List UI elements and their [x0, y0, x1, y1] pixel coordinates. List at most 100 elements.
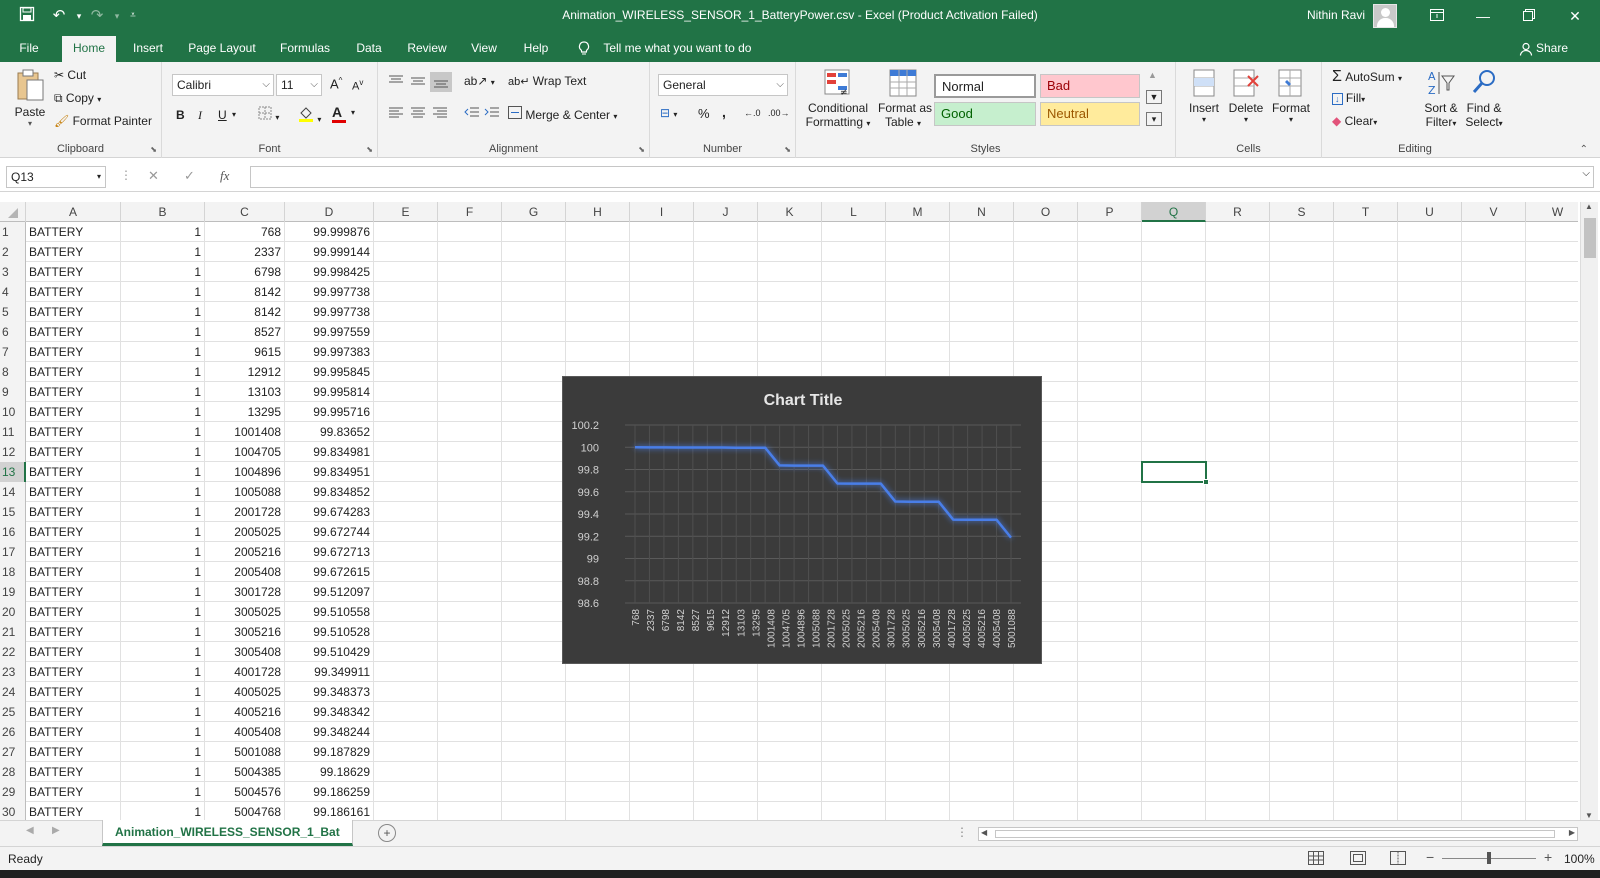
cell-e18[interactable]	[374, 562, 438, 582]
cell-l7[interactable]	[822, 342, 886, 362]
cell-o25[interactable]	[1014, 702, 1078, 722]
cell-p25[interactable]	[1078, 702, 1142, 722]
sheet-tab[interactable]: Animation_WIRELESS_SENSOR_1_Bat	[102, 820, 353, 846]
cell-a2[interactable]: BATTERY	[26, 242, 121, 262]
cell-c5[interactable]: 8142	[205, 302, 285, 322]
cell-o1[interactable]	[1014, 222, 1078, 242]
cell-f11[interactable]	[438, 422, 502, 442]
cell-g23[interactable]	[502, 662, 566, 682]
cell-p2[interactable]	[1078, 242, 1142, 262]
cell-v12[interactable]	[1462, 442, 1526, 462]
prev-sheet-icon[interactable]: ◀	[26, 825, 34, 836]
cell-h30[interactable]	[566, 802, 630, 820]
styles-scroll-up-icon[interactable]: ▲	[1148, 70, 1157, 80]
cell-w5[interactable]	[1526, 302, 1578, 322]
underline-button[interactable]: U	[218, 108, 227, 122]
customize-quick-access-icon[interactable]: ⩡	[122, 6, 144, 26]
name-box[interactable]: Q13 ▾	[6, 166, 106, 188]
cell-e30[interactable]	[374, 802, 438, 820]
cell-u21[interactable]	[1398, 622, 1462, 642]
cell-a13[interactable]: BATTERY	[26, 462, 121, 482]
cell-h27[interactable]	[566, 742, 630, 762]
cell-g29[interactable]	[502, 782, 566, 802]
cell-a26[interactable]: BATTERY	[26, 722, 121, 742]
cell-g5[interactable]	[502, 302, 566, 322]
cell-q17[interactable]	[1142, 542, 1206, 562]
cell-g25[interactable]	[502, 702, 566, 722]
cell-b29[interactable]: 1	[121, 782, 205, 802]
cell-s20[interactable]	[1270, 602, 1334, 622]
cell-k26[interactable]	[758, 722, 822, 742]
style-neutral[interactable]: Neutral	[1040, 102, 1140, 126]
cell-n3[interactable]	[950, 262, 1014, 282]
cell-t14[interactable]	[1334, 482, 1398, 502]
cell-u13[interactable]	[1398, 462, 1462, 482]
insert-function-icon[interactable]: fx	[220, 168, 229, 184]
align-left-icon[interactable]	[388, 106, 404, 123]
cell-r19[interactable]	[1206, 582, 1270, 602]
column-header-h[interactable]: H	[566, 202, 630, 222]
cell-e7[interactable]	[374, 342, 438, 362]
cell-v2[interactable]	[1462, 242, 1526, 262]
cell-f7[interactable]	[438, 342, 502, 362]
cell-j28[interactable]	[694, 762, 758, 782]
cell-q11[interactable]	[1142, 422, 1206, 442]
cell-u1[interactable]	[1398, 222, 1462, 242]
cell-i6[interactable]	[630, 322, 694, 342]
cell-w3[interactable]	[1526, 262, 1578, 282]
delete-cells-button[interactable]: Delete ▾	[1226, 68, 1266, 124]
cell-t6[interactable]	[1334, 322, 1398, 342]
cell-e24[interactable]	[374, 682, 438, 702]
cell-s24[interactable]	[1270, 682, 1334, 702]
cell-f12[interactable]	[438, 442, 502, 462]
cell-n2[interactable]	[950, 242, 1014, 262]
cell-g12[interactable]	[502, 442, 566, 462]
cell-v8[interactable]	[1462, 362, 1526, 382]
cell-v4[interactable]	[1462, 282, 1526, 302]
cell-b20[interactable]: 1	[121, 602, 205, 622]
cell-b8[interactable]: 1	[121, 362, 205, 382]
cell-t22[interactable]	[1334, 642, 1398, 662]
row-header[interactable]: 21	[0, 622, 26, 642]
cell-d2[interactable]: 99.999144	[285, 242, 374, 262]
cell-e10[interactable]	[374, 402, 438, 422]
format-cells-button[interactable]: Format ▾	[1268, 68, 1314, 124]
cell-n6[interactable]	[950, 322, 1014, 342]
cell-g20[interactable]	[502, 602, 566, 622]
cell-r22[interactable]	[1206, 642, 1270, 662]
vertical-scrollbar[interactable]: ▲ ▼	[1580, 202, 1598, 820]
align-bottom-icon[interactable]	[430, 72, 452, 92]
cell-k1[interactable]	[758, 222, 822, 242]
cell-b16[interactable]: 1	[121, 522, 205, 542]
select-all-corner[interactable]	[0, 202, 26, 222]
format-as-table-button[interactable]: Format as Table ▾	[878, 68, 932, 129]
column-header-s[interactable]: S	[1270, 202, 1334, 222]
format-painter-button[interactable]: 🖌 Format Painter	[54, 114, 152, 128]
close-icon[interactable]: ✕	[1552, 0, 1598, 32]
cell-q6[interactable]	[1142, 322, 1206, 342]
cell-h2[interactable]	[566, 242, 630, 262]
cell-c9[interactable]: 13103	[205, 382, 285, 402]
align-top-icon[interactable]	[388, 74, 404, 91]
cell-t2[interactable]	[1334, 242, 1398, 262]
column-header-t[interactable]: T	[1334, 202, 1398, 222]
cell-e21[interactable]	[374, 622, 438, 642]
cell-f8[interactable]	[438, 362, 502, 382]
style-normal[interactable]: Normal	[934, 74, 1036, 98]
cell-h26[interactable]	[566, 722, 630, 742]
cell-n30[interactable]	[950, 802, 1014, 820]
cell-f18[interactable]	[438, 562, 502, 582]
cell-v1[interactable]	[1462, 222, 1526, 242]
cell-q22[interactable]	[1142, 642, 1206, 662]
cell-e17[interactable]	[374, 542, 438, 562]
cell-d8[interactable]: 99.995845	[285, 362, 374, 382]
cell-a23[interactable]: BATTERY	[26, 662, 121, 682]
cell-e6[interactable]	[374, 322, 438, 342]
cell-v23[interactable]	[1462, 662, 1526, 682]
find-select-button[interactable]: Find & Select▾	[1464, 68, 1504, 129]
cell-p16[interactable]	[1078, 522, 1142, 542]
align-middle-icon[interactable]	[410, 74, 426, 91]
cell-i29[interactable]	[630, 782, 694, 802]
font-size-select[interactable]: 11 ⌵	[276, 74, 322, 96]
cell-s23[interactable]	[1270, 662, 1334, 682]
